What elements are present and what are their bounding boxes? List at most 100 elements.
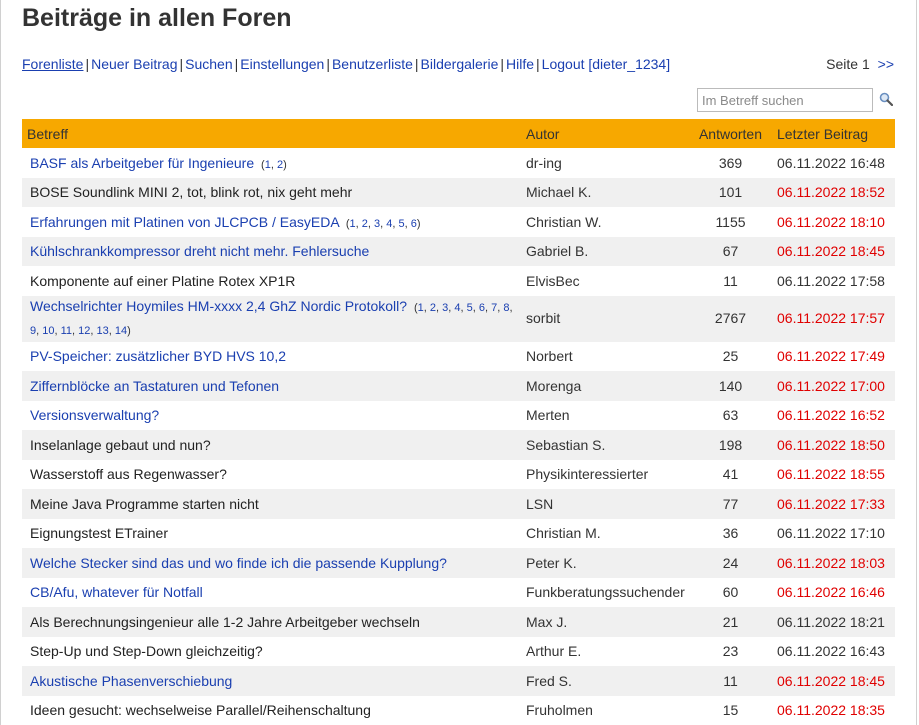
page-border-right bbox=[916, 0, 917, 725]
thread-page-link[interactable]: 3 bbox=[374, 218, 380, 230]
thread-page-link[interactable]: 9 bbox=[30, 325, 36, 337]
column-header-subject[interactable]: Betreff bbox=[22, 119, 521, 148]
thread-page-link[interactable]: 7 bbox=[491, 302, 497, 314]
subject-cell: Welche Stecker sind das und wo finde ich… bbox=[22, 548, 521, 578]
thread-page-link[interactable]: 5 bbox=[399, 218, 405, 230]
last-post-cell[interactable]: 06.11.2022 16:48 bbox=[772, 148, 895, 178]
column-header-last-post[interactable]: Letzter Beitrag bbox=[772, 119, 895, 148]
last-post-cell[interactable]: 06.11.2022 18:52 bbox=[772, 177, 895, 207]
table-row: Step-Up und Step-Down gleichzeitig? Arthu… bbox=[22, 637, 895, 667]
thread-subject-link[interactable]: CB/Afu, whatever für Notfall bbox=[30, 584, 203, 600]
author-cell: Arthur E. bbox=[526, 643, 582, 660]
thread-subject-link[interactable]: BOSE Soundlink MINI 2, tot, blink rot, n… bbox=[30, 184, 352, 200]
thread-page-link[interactable]: 2 bbox=[277, 159, 283, 171]
last-post-cell[interactable]: 06.11.2022 17:10 bbox=[772, 519, 895, 549]
last-post-cell[interactable]: 06.11.2022 17:58 bbox=[772, 266, 895, 296]
thread-page-link[interactable]: 6 bbox=[479, 302, 485, 314]
last-post-cell[interactable]: 06.11.2022 18:03 bbox=[772, 548, 895, 578]
thread-subject-link[interactable]: Meine Java Programme starten nicht bbox=[30, 496, 259, 512]
thread-subject-link[interactable]: Akustische Phasenverschiebung bbox=[30, 673, 232, 689]
subject-cell: PV-Speicher: zusätzlicher BYD HVS 10,2 bbox=[22, 342, 521, 372]
last-post-cell[interactable]: 06.11.2022 16:52 bbox=[772, 401, 895, 431]
last-post-cell[interactable]: 06.11.2022 16:46 bbox=[772, 578, 895, 608]
author-cell: sorbit bbox=[521, 295, 689, 342]
thread-page-link[interactable]: 3 bbox=[442, 302, 448, 314]
replies-cell: 25 bbox=[722, 348, 739, 365]
thread-subject-link[interactable]: Welche Stecker sind das und wo finde ich… bbox=[30, 555, 447, 571]
last-post-cell[interactable]: 06.11.2022 17:49 bbox=[772, 342, 895, 372]
thread-subject-link[interactable]: Ziffernblöcke an Tastaturen und Tefonen bbox=[30, 378, 279, 394]
thread-subject-link[interactable]: Eignungstest ETrainer bbox=[30, 525, 168, 541]
thread-page-link[interactable]: 4 bbox=[386, 218, 392, 230]
last-post-cell[interactable]: 06.11.2022 18:10 bbox=[772, 207, 895, 237]
thread-page-link[interactable]: 2 bbox=[362, 218, 368, 230]
subject-cell: Als Berechnungsingenieur alle 1-2 Jahre … bbox=[22, 607, 521, 637]
thread-subject-link[interactable]: Komponente auf einer Platine Rotex XP1R bbox=[30, 273, 295, 289]
thread-page-link[interactable]: 1 bbox=[265, 159, 271, 171]
thread-subject-link[interactable]: BASF als Arbeitgeber für Ingenieure bbox=[30, 155, 254, 171]
nav-link-6[interactable]: Bildergalerie bbox=[421, 56, 499, 72]
thread-page-link[interactable]: 12 bbox=[78, 325, 90, 337]
thread-page-link[interactable]: 5 bbox=[467, 302, 473, 314]
subject-search-input[interactable] bbox=[697, 88, 873, 112]
thread-page-link[interactable]: 4 bbox=[454, 302, 460, 314]
thread-page-link[interactable]: 11 bbox=[61, 325, 72, 337]
thread-subject-link[interactable]: Ideen gesucht: wechselweise Parallel/Rei… bbox=[30, 702, 371, 718]
table-row: Kühlschrankkompressor dreht nicht mehr. … bbox=[22, 236, 895, 266]
thread-page-link[interactable]: 1 bbox=[350, 218, 356, 230]
thread-page-link[interactable]: 8 bbox=[503, 302, 509, 314]
thread-subject-link[interactable]: Kühlschrankkompressor dreht nicht mehr. … bbox=[30, 243, 369, 259]
subject-cell: Eignungstest ETrainer bbox=[22, 519, 521, 549]
nav-link-8[interactable]: Logout [dieter_1234] bbox=[542, 56, 670, 72]
thread-page-link[interactable]: 13 bbox=[97, 325, 109, 337]
thread-subject-link[interactable]: Inselanlage gebaut und nun? bbox=[30, 437, 211, 453]
nav-link-7[interactable]: Hilfe bbox=[506, 56, 534, 72]
nav-link-1[interactable]: Forenliste bbox=[22, 56, 83, 72]
thread-page-link[interactable]: 6 bbox=[411, 218, 417, 230]
last-post-cell[interactable]: 06.11.2022 16:43 bbox=[772, 637, 895, 667]
replies-cell: 369 bbox=[718, 154, 743, 171]
column-header-replies[interactable]: Antworten bbox=[689, 119, 772, 148]
subject-cell: Komponente auf einer Platine Rotex XP1R bbox=[22, 266, 521, 296]
column-header-author[interactable]: Autor bbox=[521, 119, 689, 148]
next-page-link[interactable]: >> bbox=[878, 56, 894, 72]
subject-cell: Ziffernblöcke an Tastaturen und Tefonen bbox=[22, 371, 521, 401]
subject-cell: Wechselrichter Hoymiles HM-xxxx 2,4 GhZ … bbox=[22, 295, 521, 342]
subject-cell: Meine Java Programme starten nicht bbox=[22, 489, 521, 519]
thread-page-link[interactable]: 14 bbox=[115, 325, 127, 337]
search-icon[interactable] bbox=[879, 92, 893, 106]
thread-subject-link[interactable]: PV-Speicher: zusätzlicher BYD HVS 10,2 bbox=[30, 348, 286, 364]
thread-subject-link[interactable]: Wechselrichter Hoymiles HM-xxxx 2,4 GhZ … bbox=[30, 298, 407, 314]
last-post-cell[interactable]: 06.11.2022 18:45 bbox=[772, 236, 895, 266]
subject-cell: Wasserstoff aus Regenwasser? bbox=[22, 460, 521, 490]
thread-subject-link[interactable]: Als Berechnungsingenieur alle 1-2 Jahre … bbox=[30, 614, 420, 630]
table-row: Wechselrichter Hoymiles HM-xxxx 2,4 GhZ … bbox=[22, 295, 895, 342]
last-post-cell[interactable]: 06.11.2022 17:57 bbox=[772, 295, 895, 342]
thread-subject-link[interactable]: Step-Up und Step-Down gleichzeitig? bbox=[30, 643, 263, 659]
last-post-cell[interactable]: 06.11.2022 18:45 bbox=[772, 666, 895, 696]
nav-link-3[interactable]: Suchen bbox=[185, 56, 232, 72]
thread-subject-link[interactable]: Erfahrungen mit Platinen von JLCPCB / Ea… bbox=[30, 214, 339, 230]
last-post-cell[interactable]: 06.11.2022 18:50 bbox=[772, 430, 895, 460]
author-cell: Christian W. bbox=[526, 213, 602, 230]
nav-link-2[interactable]: Neuer Beitrag bbox=[91, 56, 177, 72]
replies-cell: 198 bbox=[689, 430, 772, 460]
table-row: Als Berechnungsingenieur alle 1-2 Jahre … bbox=[22, 607, 895, 637]
last-post-cell[interactable]: 06.11.2022 17:00 bbox=[772, 371, 895, 401]
nav-link-5[interactable]: Benutzerliste bbox=[332, 56, 413, 72]
table-row: Ideen gesucht: wechselweise Parallel/Rei… bbox=[22, 696, 895, 725]
thread-subject-link[interactable]: Wasserstoff aus Regenwasser? bbox=[30, 466, 227, 482]
replies-cell: 63 bbox=[722, 407, 739, 424]
subject-cell: Ideen gesucht: wechselweise Parallel/Rei… bbox=[22, 696, 521, 725]
thread-page-link[interactable]: 2 bbox=[430, 302, 436, 314]
last-post-cell[interactable]: 06.11.2022 17:33 bbox=[772, 489, 895, 519]
last-post-cell[interactable]: 06.11.2022 18:21 bbox=[772, 607, 895, 637]
last-post-cell[interactable]: 06.11.2022 18:55 bbox=[772, 460, 895, 490]
author-cell: Physikinteressierter bbox=[526, 466, 649, 483]
nav-link-4[interactable]: Einstellungen bbox=[240, 56, 324, 72]
last-post-cell[interactable]: 06.11.2022 18:35 bbox=[772, 696, 895, 725]
replies-cell: 60 bbox=[722, 584, 739, 601]
thread-page-link[interactable]: 10 bbox=[42, 325, 54, 337]
thread-subject-link[interactable]: Versionsverwaltung? bbox=[30, 407, 159, 423]
thread-page-link[interactable]: 1 bbox=[418, 302, 424, 314]
